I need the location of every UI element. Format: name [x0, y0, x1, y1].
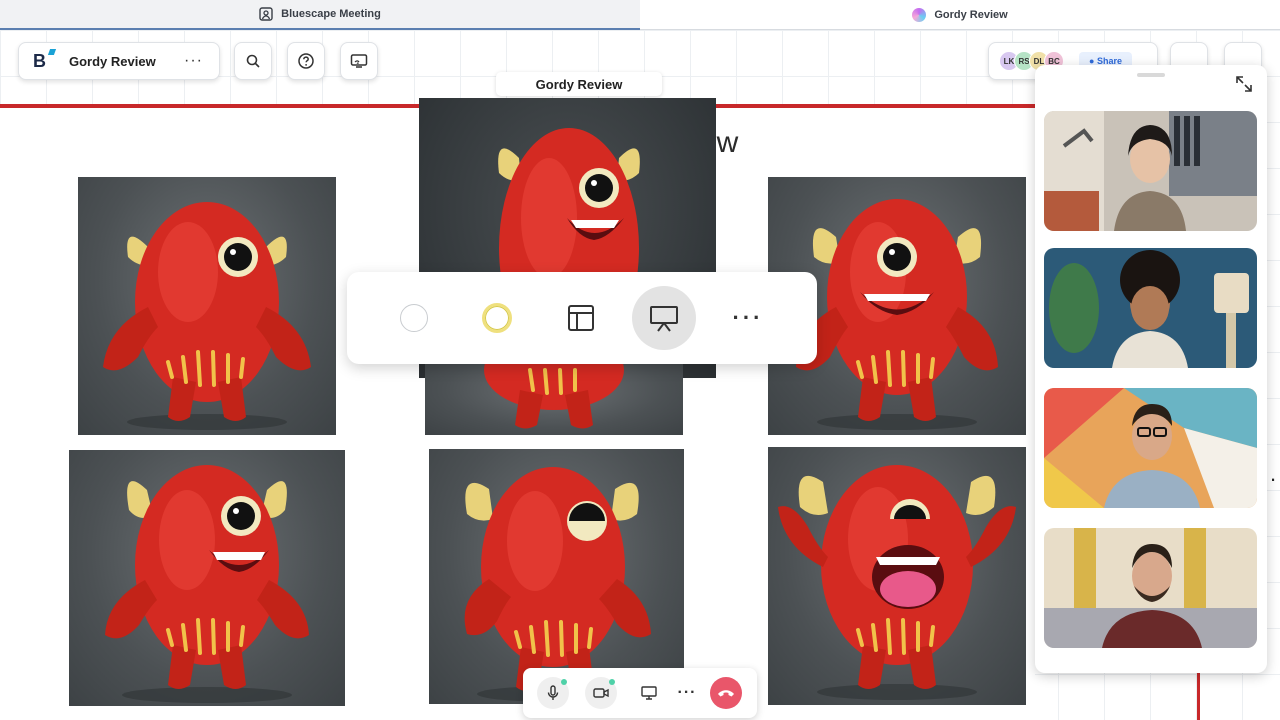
participant-portrait	[1044, 388, 1257, 508]
monster-image[interactable]	[429, 449, 684, 704]
call-controls: ···	[523, 668, 757, 718]
layout-icon	[568, 305, 594, 331]
layout-button[interactable]	[549, 286, 613, 350]
active-indicator	[561, 679, 567, 685]
search-button[interactable]	[234, 42, 272, 80]
microphone-button[interactable]	[537, 677, 569, 709]
video-panel	[1035, 65, 1267, 673]
collapse-icon[interactable]	[1235, 75, 1253, 93]
monster-image[interactable]	[78, 177, 336, 435]
workspace-name: Gordy Review	[69, 53, 156, 69]
monster-image[interactable]	[69, 450, 345, 706]
hang-up-icon	[718, 690, 734, 697]
offscreen-toolbar-fragment: .	[1270, 455, 1276, 493]
board-label[interactable]: Gordy Review	[496, 72, 662, 96]
help-icon	[298, 53, 314, 69]
screen-share-button[interactable]	[340, 42, 378, 80]
drag-handle[interactable]	[1137, 73, 1165, 77]
bluescape-orb-icon	[912, 7, 927, 22]
toolbar-glyph: .	[1270, 461, 1277, 486]
selection-action-bar: ···	[347, 272, 817, 364]
workspace-more-button[interactable]: ···	[184, 52, 203, 70]
circle-icon	[400, 304, 428, 332]
workspace-menu[interactable]: B Gordy Review ···	[18, 42, 220, 80]
camera-button[interactable]	[585, 677, 617, 709]
monster-image[interactable]	[768, 447, 1026, 705]
bluescape-logo: B	[33, 51, 51, 72]
color-swatch-icon	[482, 303, 512, 333]
participant-portrait	[1044, 248, 1257, 368]
tab-strip: Bluescape Meeting Gordy Review	[0, 0, 1280, 30]
participant-portrait	[1044, 111, 1257, 231]
participant-video[interactable]	[1044, 111, 1257, 231]
tab-label: Gordy Review	[934, 8, 1008, 21]
tab-label: Bluescape Meeting	[281, 8, 381, 20]
end-call-button[interactable]	[710, 677, 742, 709]
cast-icon	[350, 54, 368, 68]
present-icon	[650, 306, 678, 332]
tab-gordy-review[interactable]: Gordy Review	[640, 0, 1280, 30]
share-screen-button[interactable]	[633, 677, 665, 709]
tab-bluescape-meeting[interactable]: Bluescape Meeting	[0, 0, 640, 30]
search-icon	[246, 54, 260, 68]
monster-illustration	[778, 465, 1016, 700]
active-indicator	[609, 679, 615, 685]
red-connector-line-vertical	[1197, 670, 1200, 720]
more-icon: ···	[732, 305, 764, 330]
camera-icon	[593, 688, 609, 698]
participant-video[interactable]	[1044, 248, 1257, 368]
present-button[interactable]	[632, 286, 696, 350]
participant-video[interactable]	[1044, 528, 1257, 648]
participant-video[interactable]	[1044, 388, 1257, 508]
participant-portrait	[1044, 528, 1257, 648]
shape-button[interactable]	[382, 286, 446, 350]
monitor-icon	[641, 686, 657, 700]
monster-illustration	[105, 465, 309, 703]
monster-illustration	[484, 360, 624, 429]
help-button[interactable]	[287, 42, 325, 80]
monster-illustration	[464, 467, 651, 702]
meeting-icon	[259, 7, 273, 21]
color-button[interactable]	[465, 286, 529, 350]
more-button[interactable]: ···	[716, 286, 780, 350]
monster-illustration	[103, 202, 311, 430]
call-more-button[interactable]: ···	[671, 677, 703, 709]
microphone-icon	[547, 685, 559, 700]
monster-image[interactable]	[425, 360, 683, 435]
